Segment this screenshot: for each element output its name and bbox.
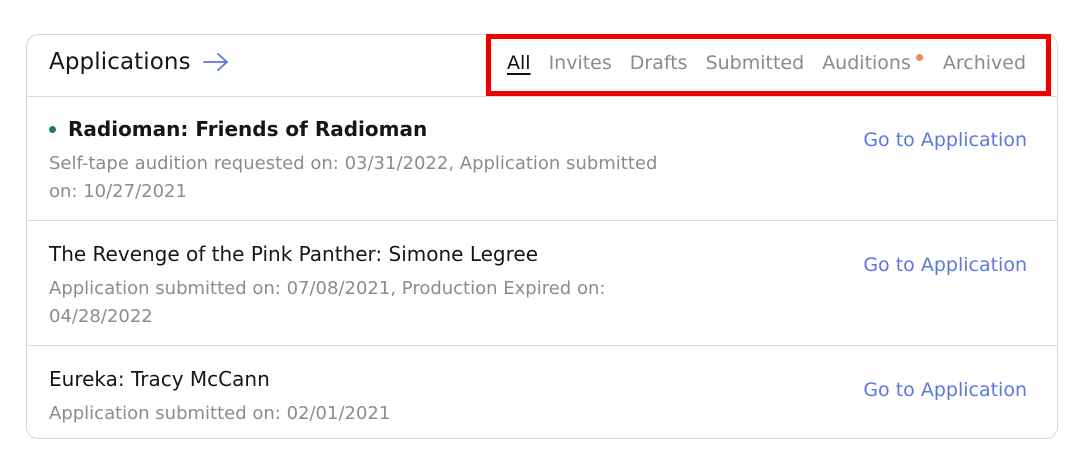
applications-title-link[interactable]: Applications bbox=[49, 49, 229, 75]
application-title-text: Eureka: Tracy McCann bbox=[49, 367, 270, 391]
application-title: The Revenge of the Pink Panther: Simone … bbox=[49, 242, 538, 266]
application-subtitle: Application submitted on: 07/08/2021, Pr… bbox=[49, 278, 606, 327]
application-title-text: Radioman: Friends of Radioman bbox=[68, 117, 428, 141]
page-title: Applications bbox=[49, 49, 191, 75]
go-to-application-link[interactable]: Go to Application bbox=[863, 254, 1027, 276]
filter-tabs: All Invites Drafts Submitted Auditions A… bbox=[507, 52, 1026, 74]
application-subtitle: Application submitted on: 02/01/2021 bbox=[49, 403, 391, 424]
application-title: Eureka: Tracy McCann bbox=[49, 367, 270, 391]
card-header: Applications All Invites Drafts Submitte… bbox=[27, 34, 1057, 97]
application-title-text: The Revenge of the Pink Panther: Simone … bbox=[49, 242, 539, 266]
tab-all[interactable]: All bbox=[507, 52, 531, 74]
go-to-application-link[interactable]: Go to Application bbox=[863, 129, 1027, 151]
arrow-right-icon bbox=[202, 53, 228, 71]
notification-dot-icon bbox=[915, 54, 923, 61]
list-item: The Revenge of the Pink Panther: Simone … bbox=[27, 222, 1057, 346]
application-title: Radioman: Friends of Radioman bbox=[49, 117, 427, 141]
go-to-application-link[interactable]: Go to Application bbox=[863, 379, 1027, 401]
tab-invites[interactable]: Invites bbox=[549, 52, 612, 74]
application-subtitle: Self-tape audition requested on: 03/31/2… bbox=[49, 153, 658, 202]
list-item: Radioman: Friends of Radioman Self-tape … bbox=[27, 97, 1057, 221]
tab-drafts[interactable]: Drafts bbox=[630, 52, 688, 74]
list-item: Eureka: Tracy McCann Application submitt… bbox=[27, 347, 1057, 439]
unread-dot-icon bbox=[49, 125, 56, 133]
tab-auditions[interactable]: Auditions bbox=[822, 52, 923, 74]
tab-submitted[interactable]: Submitted bbox=[706, 52, 805, 74]
applications-card: Applications All Invites Drafts Submitte… bbox=[26, 34, 1058, 439]
tab-archived[interactable]: Archived bbox=[943, 52, 1026, 74]
tab-auditions-label: Auditions bbox=[822, 52, 911, 74]
